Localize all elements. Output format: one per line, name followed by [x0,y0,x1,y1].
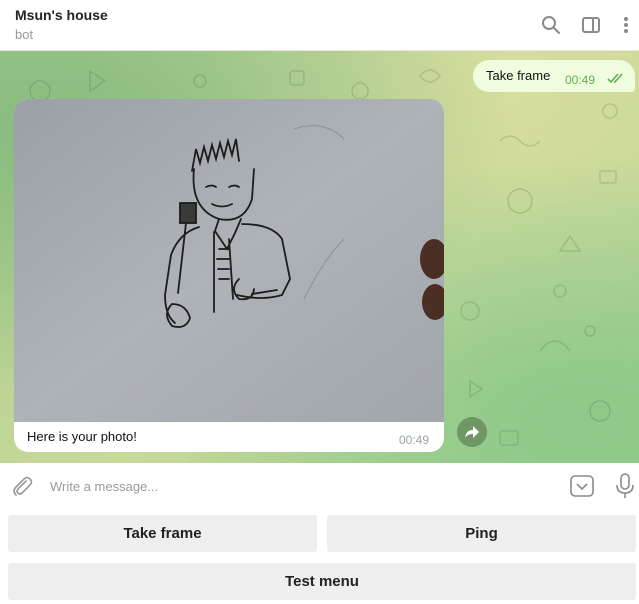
microphone-icon[interactable] [615,473,635,504]
outgoing-message-text: Take frame [486,68,551,83]
outgoing-message-time: 00:49 [565,73,596,87]
take-frame-button[interactable]: Take frame [8,515,317,552]
forward-icon [465,426,479,438]
ping-button[interactable]: Ping [327,515,636,552]
chat-title[interactable]: Msun's house [15,7,108,23]
bot-keyboard-toggle-icon[interactable] [570,475,594,502]
incoming-photo-message[interactable]: Here is your photo! 00:49 [14,99,444,452]
search-icon[interactable] [540,14,562,36]
message-input[interactable] [50,475,530,497]
sidebar-toggle-icon[interactable] [580,14,602,36]
bot-keyboard: Take frame Ping Test menu [0,509,639,604]
attach-icon[interactable] [11,475,33,502]
message-composer [0,463,639,509]
incoming-message-time: 00:49 [399,433,430,447]
chat-subtitle: bot [15,27,34,42]
more-menu-icon[interactable] [615,14,637,36]
double-check-icon [607,71,627,89]
photo-caption: Here is your photo! [27,429,137,444]
forward-button[interactable] [457,417,487,447]
photo-image[interactable] [14,99,444,422]
chat-area[interactable]: Take frame 00:49 Here is your photo! 00:… [0,51,639,463]
test-menu-button[interactable]: Test menu [8,563,636,600]
outgoing-message[interactable]: Take frame 00:49 [473,60,635,92]
chat-header: Msun's house bot [0,0,639,51]
